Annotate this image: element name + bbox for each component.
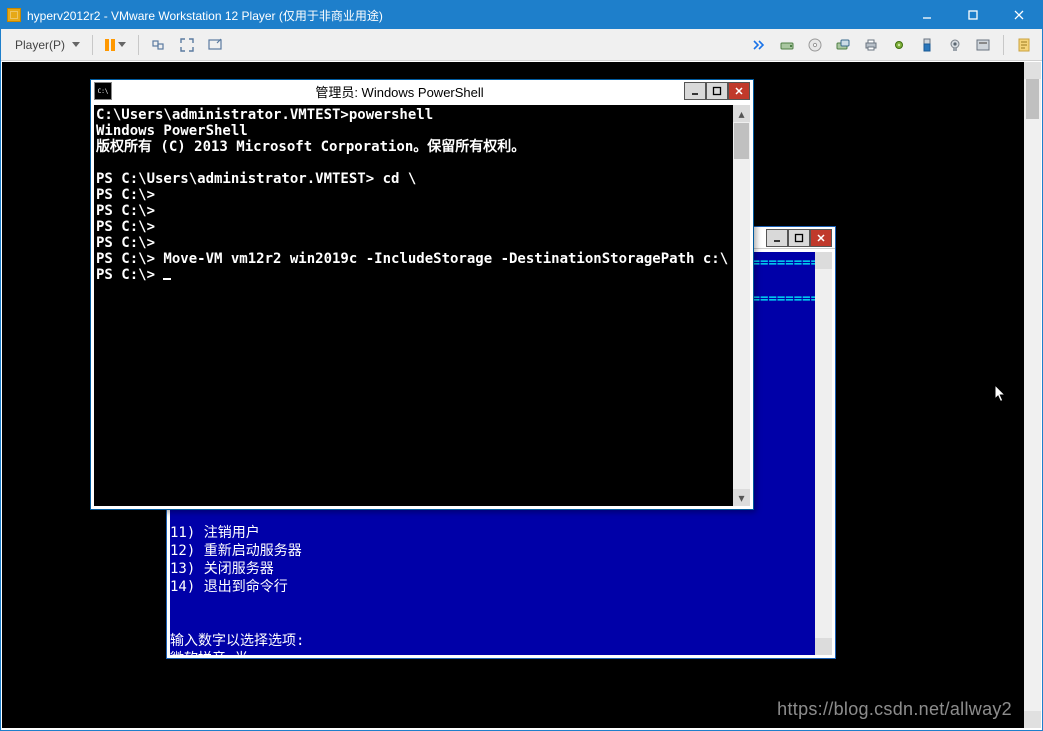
vmware-window: hyperv2012r2 - VMware Workstation 12 Pla… <box>0 0 1043 731</box>
vertical-scrollbar[interactable] <box>1024 62 1041 728</box>
watermark: https://blog.csdn.net/allway2 <box>777 699 1012 720</box>
minimize-button[interactable] <box>904 1 950 29</box>
chevrons-button[interactable] <box>747 33 771 57</box>
drive-button[interactable] <box>775 33 799 57</box>
minimize-button[interactable] <box>766 229 788 247</box>
notes-icon <box>1016 37 1032 53</box>
camera-button[interactable] <box>943 33 967 57</box>
overlay-drive-button[interactable] <box>831 33 855 57</box>
sensor-icon <box>891 37 907 53</box>
vmware-app-icon <box>7 8 21 22</box>
notes-button[interactable] <box>1012 33 1036 57</box>
usb-button[interactable] <box>915 33 939 57</box>
maximize-button[interactable] <box>788 229 810 247</box>
vertical-scrollbar[interactable] <box>815 252 832 655</box>
scroll-down-button[interactable]: ▾ <box>733 489 750 506</box>
usb-icon <box>919 37 935 53</box>
vertical-scrollbar[interactable]: ▴ ▾ <box>733 105 750 506</box>
unity-icon <box>207 37 223 53</box>
window-title: hyperv2012r2 - VMware Workstation 12 Pla… <box>27 7 904 24</box>
prefs-button[interactable] <box>971 33 995 57</box>
cd-icon <box>807 37 823 53</box>
system-menu-icon[interactable] <box>94 82 112 100</box>
pause-icon <box>105 39 115 51</box>
chevron-down-icon <box>118 42 126 47</box>
window-title: 管理员: Windows PowerShell <box>115 82 684 101</box>
scrollbar-thumb[interactable] <box>1026 79 1039 119</box>
scroll-up-button[interactable]: ▴ <box>733 105 750 122</box>
send-cad-button[interactable] <box>147 33 171 57</box>
separator <box>92 35 93 55</box>
maximize-button[interactable] <box>706 82 728 100</box>
vmware-titlebar[interactable]: hyperv2012r2 - VMware Workstation 12 Pla… <box>1 1 1042 29</box>
cursor-icon <box>994 384 1008 407</box>
chevrons-icon <box>751 37 767 53</box>
sensor-button[interactable] <box>887 33 911 57</box>
prefs-icon <box>975 37 991 53</box>
separator <box>1003 35 1004 55</box>
maximize-button[interactable] <box>950 1 996 29</box>
scrollbar-thumb[interactable] <box>734 123 749 159</box>
drive-icon <box>779 37 795 53</box>
unity-button[interactable] <box>203 33 227 57</box>
powershell-window[interactable]: 管理员: Windows PowerShell ▴ <box>90 79 754 510</box>
terminal-body[interactable]: C:\Users\administrator.VMTEST>powershell… <box>94 105 733 506</box>
chevron-down-icon <box>72 42 80 47</box>
camera-icon <box>947 37 963 53</box>
printer-icon <box>863 37 879 53</box>
vmware-toolbar: Player(P) <box>1 29 1042 61</box>
fullscreen-icon <box>179 37 195 53</box>
cd-button[interactable] <box>803 33 827 57</box>
close-button[interactable] <box>810 229 832 247</box>
fullscreen-button[interactable] <box>175 33 199 57</box>
guest-display[interactable]: ========================================… <box>2 62 1024 728</box>
minimize-button[interactable] <box>684 82 706 100</box>
player-menu-button[interactable]: Player(P) <box>7 33 84 57</box>
pause-button[interactable] <box>101 33 130 57</box>
printer-button[interactable] <box>859 33 883 57</box>
text-cursor <box>163 278 171 280</box>
close-button[interactable] <box>728 82 750 100</box>
overlay-drive-icon <box>835 37 851 53</box>
separator <box>138 35 139 55</box>
close-button[interactable] <box>996 1 1042 29</box>
powershell-titlebar[interactable]: 管理员: Windows PowerShell <box>91 80 753 102</box>
send-cad-icon <box>151 37 167 53</box>
